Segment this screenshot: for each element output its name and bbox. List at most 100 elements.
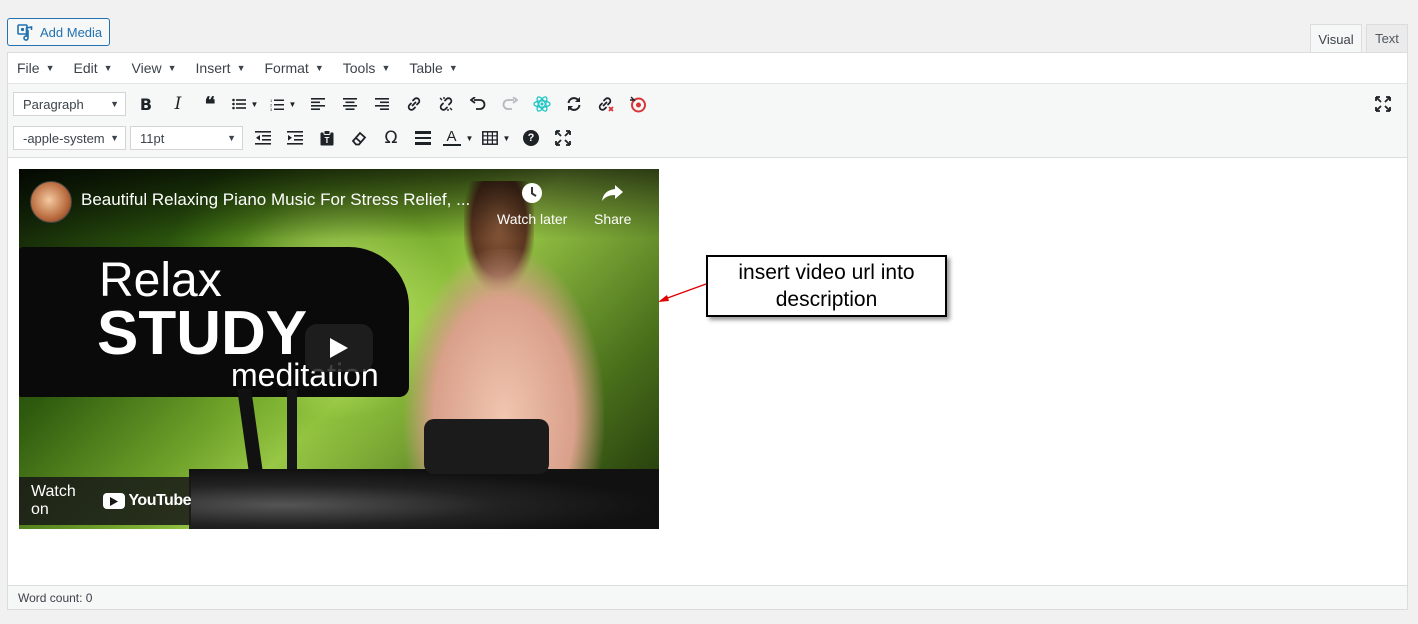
redo-button[interactable] <box>494 90 526 118</box>
react-plugin-button[interactable] <box>526 90 558 118</box>
target-plugin-button[interactable] <box>622 90 654 118</box>
menu-view[interactable]: View ▼ <box>132 60 177 76</box>
clear-format-button[interactable] <box>343 124 375 152</box>
menu-label: Format <box>264 60 309 76</box>
share-label: Share <box>594 211 632 227</box>
align-center-button[interactable] <box>334 90 366 118</box>
menu-format[interactable]: Format ▼ <box>264 60 323 76</box>
blockquote-button[interactable]: ❝ <box>194 90 226 118</box>
editor: File ▼ Edit ▼ View ▼ Insert ▼ Format ▼ Tools ▼… <box>7 52 1408 610</box>
add-media-label: Add Media <box>40 24 103 40</box>
align-left-button[interactable] <box>302 90 334 118</box>
undo-button[interactable] <box>462 90 494 118</box>
fullscreen-icon <box>1375 96 1391 112</box>
paste-text-button[interactable]: T <box>311 124 343 152</box>
caret-down-icon: ▼ <box>110 133 119 143</box>
thumbnail-text-relax: Relax <box>99 254 222 307</box>
youtube-wordmark: YouTube <box>128 492 191 509</box>
menu-insert[interactable]: Insert ▼ <box>196 60 246 76</box>
font-family-select[interactable]: -apple-system ▼ <box>13 126 126 150</box>
menu-table[interactable]: Table ▼ <box>409 60 457 76</box>
insert-link-button[interactable] <box>398 90 430 118</box>
font-family-value: -apple-system <box>23 130 105 146</box>
youtube-logo: YouTube <box>103 492 191 510</box>
youtube-embed[interactable]: Beautiful Relaxing Piano Music For Stres… <box>19 169 659 529</box>
caret-down-icon: ▼ <box>250 99 259 109</box>
tab-visual[interactable]: Visual <box>1310 24 1362 53</box>
unlink-icon <box>439 97 453 111</box>
tab-text[interactable]: Text <box>1366 24 1408 52</box>
refresh-icon <box>567 97 581 111</box>
menu-tools[interactable]: Tools ▼ <box>343 60 391 76</box>
font-size-select[interactable]: 11pt ▼ <box>130 126 243 150</box>
menu-label: Table <box>409 60 443 76</box>
table-icon <box>481 131 498 145</box>
caret-down-icon: ▼ <box>502 133 511 143</box>
help-button[interactable]: ? <box>515 124 547 152</box>
table-button[interactable]: ▼ <box>477 124 515 152</box>
italic-button[interactable]: I <box>162 90 194 118</box>
special-character-button[interactable]: Ω <box>375 124 407 152</box>
watch-on-youtube-button[interactable]: Watch on YouTube <box>19 477 191 525</box>
numbered-list-icon: 123 <box>270 98 284 111</box>
menubar: File ▼ Edit ▼ View ▼ Insert ▼ Format ▼ Tools ▼… <box>8 53 1407 84</box>
toolbar-row-2: -apple-system ▼ 11pt ▼ T Ω A ▼ ▼ ? <box>13 124 579 152</box>
play-icon <box>330 338 348 358</box>
refresh-button[interactable] <box>558 90 590 118</box>
text-color-swatch <box>442 144 461 146</box>
video-title[interactable]: Beautiful Relaxing Piano Music For Stres… <box>81 190 501 210</box>
editor-content[interactable]: Beautiful Relaxing Piano Music For Stres… <box>8 158 1407 586</box>
link-icon <box>407 97 421 111</box>
help-icon: ? <box>523 130 539 146</box>
paste-text-icon: T <box>320 130 334 146</box>
horizontal-rule-icon <box>415 131 431 145</box>
svg-text:T: T <box>325 136 330 145</box>
annotation-arrow <box>658 283 707 302</box>
channel-avatar[interactable] <box>30 181 72 223</box>
menu-label: Tools <box>342 60 376 76</box>
italic-icon: I <box>174 94 182 114</box>
add-media-button[interactable]: Add Media <box>7 18 110 46</box>
fullscreen-button[interactable] <box>547 124 579 152</box>
numbered-list-button[interactable]: 123 ▼ <box>264 90 302 118</box>
redo-icon <box>502 97 518 110</box>
menu-label: Edit <box>73 60 98 76</box>
bullet-list-icon <box>231 98 246 110</box>
undo-icon <box>470 97 486 110</box>
caret-down-icon: ▼ <box>110 99 119 109</box>
status-bar: Word count: 0 <box>8 585 1407 609</box>
caret-down-icon: ▼ <box>314 63 324 73</box>
align-right-button[interactable] <box>366 90 398 118</box>
caret-down-icon: ▼ <box>288 99 297 109</box>
broken-link-button[interactable] <box>590 90 622 118</box>
outdent-button[interactable] <box>247 124 279 152</box>
menu-edit[interactable]: Edit ▼ <box>73 60 112 76</box>
help-target-icon <box>630 96 646 113</box>
block-format-select[interactable]: Paragraph ▼ <box>13 92 126 116</box>
bold-button[interactable]: B <box>130 90 162 118</box>
word-count: Word count: 0 <box>18 590 93 605</box>
toolbar: Paragraph ▼ B I ❝ ▼ 123 ▼ -apple-system … <box>8 84 1407 158</box>
bullet-list-button[interactable]: ▼ <box>226 90 264 118</box>
react-icon <box>533 96 551 112</box>
remove-link-button[interactable] <box>430 90 462 118</box>
youtube-play-icon <box>103 493 126 509</box>
align-right-icon <box>375 98 389 110</box>
menu-label: View <box>131 60 162 76</box>
menu-file[interactable]: File ▼ <box>17 60 54 76</box>
text-color-button[interactable]: A ▼ <box>439 124 477 152</box>
menu-label: Insert <box>195 60 231 76</box>
blockquote-icon: ❝ <box>204 93 216 116</box>
share-button[interactable]: Share <box>594 181 631 227</box>
horizontal-rule-button[interactable] <box>407 124 439 152</box>
media-icon <box>17 23 34 41</box>
caret-down-icon: ▼ <box>381 63 391 73</box>
caret-down-icon: ▼ <box>227 133 236 143</box>
caret-down-icon: ▼ <box>236 63 246 73</box>
watch-later-button[interactable]: Watch later <box>497 181 567 227</box>
indent-button[interactable] <box>279 124 311 152</box>
toolbar-row-1: Paragraph ▼ B I ❝ ▼ 123 ▼ <box>13 90 654 118</box>
watch-on-label: Watch on <box>31 483 76 518</box>
play-button[interactable] <box>305 324 373 372</box>
toolbar-toggle-button[interactable] <box>1367 90 1399 118</box>
